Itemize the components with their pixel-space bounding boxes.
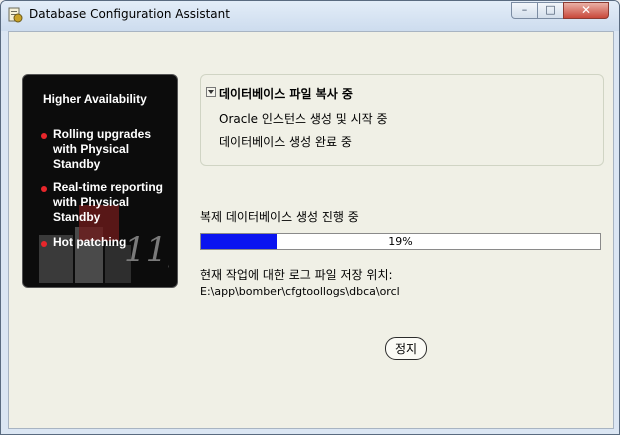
progress-label: 복제 데이터베이스 생성 진행 중 (200, 210, 359, 224)
sidebar-item: Rolling upgrades with Physical Standby (53, 127, 152, 171)
dialog-body: 11g Higher Availability Rolling upgrades… (8, 31, 614, 429)
minimize-button[interactable]: – (511, 2, 538, 19)
step-create-instance: Oracle 인스턴스 생성 및 시작 중 (219, 112, 388, 126)
current-step-arrow-icon (206, 87, 216, 97)
bullet-icon (41, 241, 47, 247)
app-icon (8, 7, 23, 23)
stop-button[interactable]: 정지 (385, 337, 427, 360)
sidebar-heading: Higher Availability (43, 92, 147, 106)
sidebar-item: Hot patching (53, 235, 127, 249)
bullet-icon (41, 133, 47, 139)
step-copy-files: 데이터베이스 파일 복사 중 (219, 87, 353, 101)
progress-percent: 19% (388, 235, 413, 248)
progress-bar: 19% (200, 233, 601, 250)
maximize-button[interactable]: □ (537, 2, 564, 19)
title-bar[interactable]: Database Configuration Assistant – □ ✕ (1, 1, 619, 31)
step-complete-creation: 데이터베이스 생성 완료 중 (219, 135, 352, 149)
window-title: Database Configuration Assistant (29, 7, 230, 21)
log-location-label: 현재 작업에 대한 로그 파일 저장 위치: (200, 268, 393, 282)
log-path: E:\app\bomber\cfgtoollogs\dbca\orcl (200, 285, 400, 298)
dbca-window: Database Configuration Assistant – □ ✕ 1… (0, 0, 620, 435)
close-button[interactable]: ✕ (563, 2, 609, 19)
sidebar-item: Real-time reporting with Physical Standb… (53, 180, 164, 224)
minimize-icon: – (521, 3, 528, 16)
close-icon: ✕ (580, 3, 592, 17)
step-list: 데이터베이스 파일 복사 중 Oracle 인스턴스 생성 및 시작 중 데이터… (200, 74, 604, 166)
bullet-icon (41, 186, 47, 192)
maximize-icon: □ (545, 3, 556, 16)
feature-panel: 11g Higher Availability Rolling upgrades… (22, 74, 178, 288)
